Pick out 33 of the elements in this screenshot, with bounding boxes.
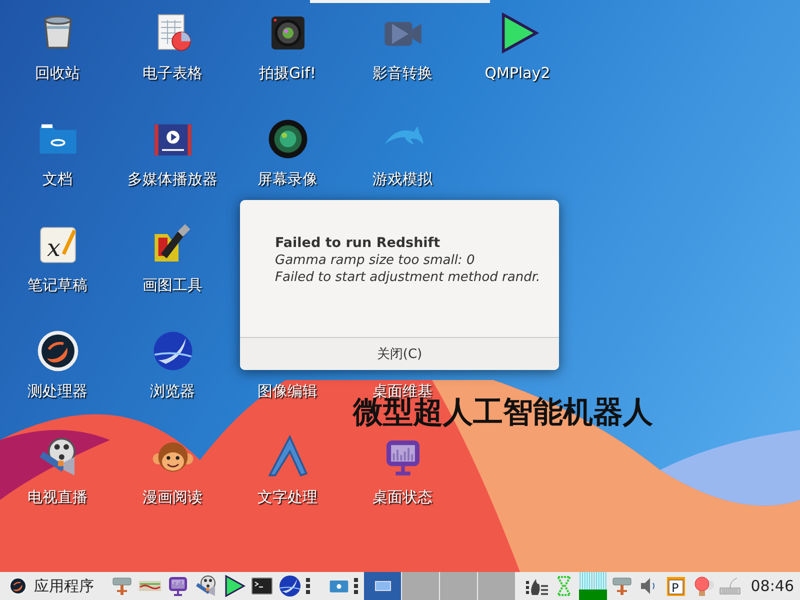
dialog-message: Failed to start adjustment method randr. [275, 270, 542, 285]
swirl-icon [8, 576, 28, 596]
dialog-title: Failed to run Redshift [275, 235, 442, 251]
bird-icon[interactable] [278, 574, 302, 598]
dialog-message: Gamma ramp size too small: 0 [275, 253, 476, 268]
shortcut-label[interactable]: 影音转换 [372, 64, 432, 83]
separator-handle[interactable] [306, 578, 310, 594]
shortcut-label[interactable]: 笔记草稿 [28, 276, 88, 295]
close-button[interactable]: 关闭(C) [240, 337, 559, 370]
monitor-icon[interactable] [166, 574, 190, 598]
x-glyph: x [46, 234, 60, 262]
shortcut-label[interactable]: 屏幕录像 [258, 170, 318, 189]
task-button[interactable] [364, 572, 401, 600]
shortcut-label[interactable]: QMPlay2 [484, 64, 550, 82]
shortcut-label[interactable]: 浏览器 [150, 382, 195, 401]
shortcut-label[interactable]: 拍摄Gif! [258, 64, 316, 83]
shortcut-label[interactable]: 测处理器 [28, 382, 88, 401]
cpu-graph-drawing[interactable] [578, 572, 607, 600]
clock[interactable]: 08:46 [750, 577, 794, 595]
shortcut-label[interactable]: 回收站 [35, 64, 80, 83]
separator-handle[interactable] [354, 578, 358, 594]
shortcut-label[interactable]: 文字处理 [258, 488, 318, 507]
film-reel-icon[interactable] [194, 574, 218, 598]
shortcut-label[interactable]: 电子表格 [142, 64, 202, 83]
shortcut-label[interactable]: 桌面状态 [372, 488, 432, 507]
shortcut-label[interactable]: 文档 [42, 170, 72, 189]
shortcut-label[interactable]: 电视直播 [28, 488, 88, 507]
swirl-icon[interactable] [36, 329, 80, 373]
shortcut-label[interactable]: 画图工具 [142, 276, 202, 295]
shortcut-label[interactable]: 多媒体播放器 [128, 170, 218, 189]
shortcut-label[interactable]: 游戏模拟 [372, 170, 432, 189]
shortcut-label[interactable]: 漫画阅读 [142, 488, 202, 507]
p-glyph: P [671, 581, 679, 595]
